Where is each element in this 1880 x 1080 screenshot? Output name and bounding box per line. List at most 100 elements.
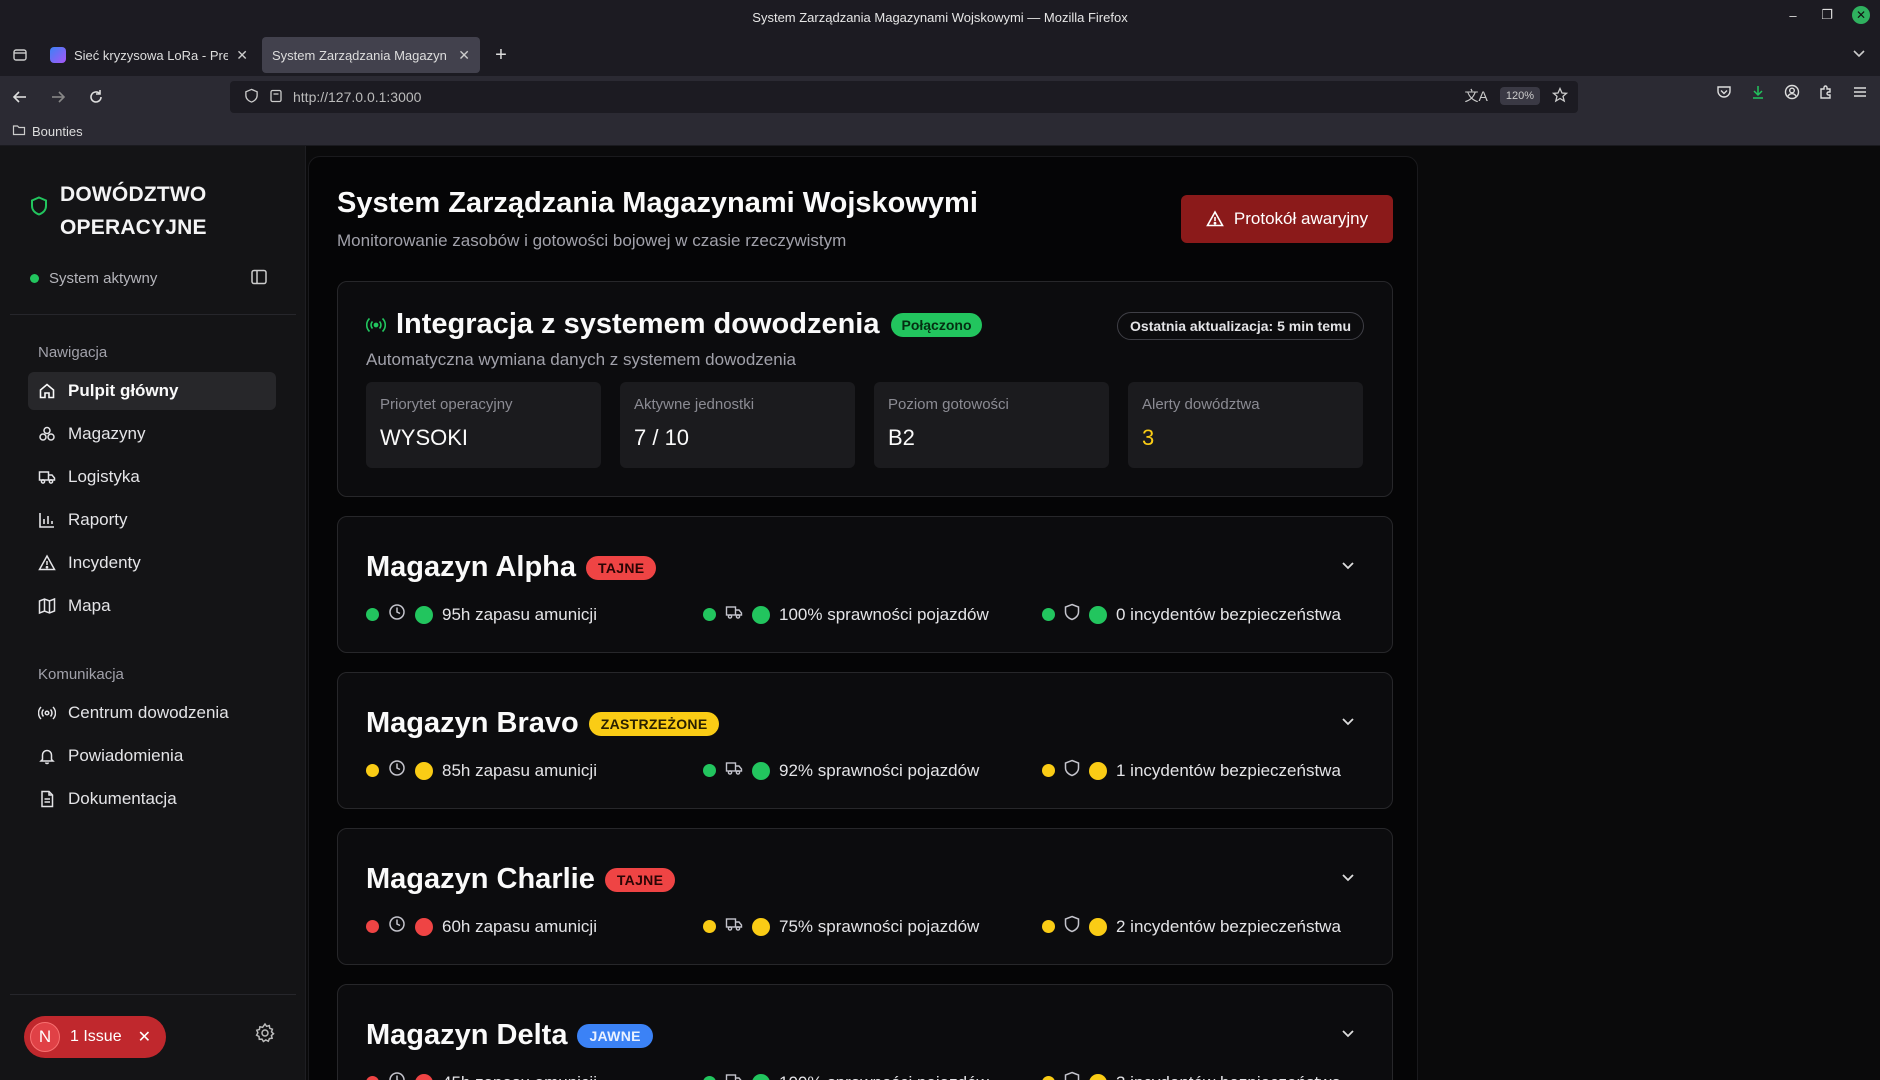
status-dot (366, 608, 379, 621)
downloads-icon[interactable] (1750, 84, 1766, 105)
divider (10, 314, 296, 315)
warehouse-card[interactable]: Magazyn Charlie TAJNE 60h zapasu amunicj… (337, 828, 1393, 965)
minimize-icon[interactable]: – (1784, 6, 1802, 24)
sidebar-item-dashboard[interactable]: Pulpit główny (28, 372, 276, 410)
metric-readiness: Poziom gotowości B2 (874, 382, 1109, 468)
app-page: DOWÓDZTWO OPERACYJNE System aktywny Nawi… (0, 146, 1880, 1080)
bookmark-star-icon[interactable] (1551, 86, 1569, 106)
warehouse-stats: 45h zapasu amunicji 100% sprawności poja… (366, 1071, 1376, 1080)
tab-list-icon[interactable] (0, 34, 40, 76)
status-dot (366, 764, 379, 777)
tab-close-icon[interactable]: ✕ (236, 47, 248, 64)
sidebar-item-command-center[interactable]: Centrum dowodzenia (28, 694, 276, 732)
sidebar-item-warehouses[interactable]: Magazyny (28, 415, 276, 453)
tab-warehouse-system[interactable]: System Zarządzania Magazyn ✕ (262, 37, 480, 73)
status-circle-icon (1089, 917, 1107, 936)
warehouse-card[interactable]: Magazyn Alpha TAJNE 95h zapasu amunicji … (337, 516, 1393, 653)
nav-section-label: Nawigacja (38, 344, 108, 361)
warehouse-header: Magazyn Alpha TAJNE (366, 551, 657, 584)
sidebar-item-map[interactable]: Mapa (28, 587, 276, 625)
integration-card: Integracja z systemem dowodzenia Połączo… (337, 281, 1393, 497)
tab-overflow-chevron-icon[interactable] (1852, 46, 1866, 65)
bar-chart-icon (39, 513, 54, 528)
sidebar: DOWÓDZTWO OPERACYJNE System aktywny Nawi… (0, 146, 306, 1080)
sidebar-item-label: Raporty (68, 510, 128, 529)
reload-icon[interactable] (78, 79, 114, 115)
clock-icon (388, 915, 406, 938)
tab-close-icon[interactable]: ✕ (458, 47, 470, 64)
bookmark-folder-bounties[interactable]: Bounties (32, 124, 83, 139)
status-circle-icon (415, 761, 433, 780)
brand-line-1: DOWÓDZTWO (60, 183, 207, 206)
emergency-protocol-button[interactable]: Protokół awaryjny (1181, 195, 1393, 243)
metric-value: WYSOKI (380, 425, 469, 450)
sidebar-item-documentation[interactable]: Dokumentacja (28, 780, 276, 818)
chevron-down-icon[interactable] (1340, 1025, 1356, 1046)
status-dot (366, 1076, 379, 1080)
forward-icon[interactable] (40, 79, 76, 115)
window-titlebar: System Zarządzania Magazynami Wojskowymi… (0, 0, 1880, 34)
status-dot (703, 1076, 716, 1080)
sidebar-item-incidents[interactable]: Incydenty (28, 544, 276, 582)
map-icon (38, 597, 56, 615)
brand: DOWÓDZTWO OPERACYJNE (30, 178, 207, 244)
warehouse-header: Magazyn Delta JAWNE (366, 1019, 653, 1052)
sidebar-item-label: Powiadomienia (68, 746, 184, 765)
vehicles-stat: 75% sprawności pojazdów (703, 915, 979, 938)
metric-label: Poziom gotowości (888, 396, 1009, 413)
sidebar-item-reports[interactable]: Raporty (28, 501, 276, 539)
warehouse-stats: 60h zapasu amunicji 75% sprawności pojaz… (366, 915, 1376, 939)
restore-icon[interactable]: ❐ (1818, 6, 1836, 24)
sidebar-item-notifications[interactable]: Powiadomienia (28, 737, 276, 775)
alert-triangle-icon (38, 554, 56, 571)
chevron-down-icon[interactable] (1340, 869, 1356, 890)
vehicles-stat: 100% sprawności pojazdów (703, 603, 989, 626)
warehouse-card[interactable]: Magazyn Bravo ZASTRZEŻONE 85h zapasu amu… (337, 672, 1393, 809)
extensions-icon[interactable] (1818, 84, 1834, 105)
tab-lora[interactable]: Sieć kryzysowa LoRa - Prese ✕ (40, 37, 258, 73)
stat-text: 45h zapasu amunicji (442, 1073, 597, 1080)
stat-text: 1 incydentów bezpieczeństwa (1116, 760, 1341, 780)
metric-label: Priorytet operacyjny (380, 396, 513, 413)
gear-icon[interactable] (254, 1022, 276, 1049)
issues-badge[interactable]: N 1 Issue ✕ (24, 1016, 166, 1058)
pocket-icon[interactable] (1716, 84, 1732, 105)
classification-badge: ZASTRZEŻONE (588, 711, 720, 736)
status-circle-icon (1089, 605, 1107, 624)
url-bar[interactable]: http://127.0.0.1:3000 文A 120% (230, 81, 1578, 113)
sidebar-item-logistics[interactable]: Logistyka (28, 458, 276, 496)
divider (10, 994, 296, 995)
status-dot (1042, 608, 1055, 621)
tab-favicon-icon (50, 47, 66, 63)
connection-status-badge: Połączono (891, 312, 982, 337)
menu-icon[interactable] (1852, 84, 1868, 105)
page-info-icon[interactable] (269, 89, 283, 106)
warehouse-header: Magazyn Bravo ZASTRZEŻONE (366, 707, 720, 740)
sidebar-item-label: Magazyny (68, 424, 146, 443)
ammo-stat: 85h zapasu amunicji (366, 759, 597, 782)
sidebar-toggle-icon[interactable] (250, 268, 268, 291)
vehicles-stat: 100% sprawności pojazdów (703, 1071, 989, 1080)
boxes-icon (39, 426, 55, 441)
bookmarks-toolbar: Bounties (0, 118, 1880, 146)
sidebar-item-label: Logistyka (68, 467, 140, 486)
warehouse-card[interactable]: Magazyn Delta JAWNE 45h zapasu amunicji … (337, 984, 1393, 1080)
chevron-down-icon[interactable] (1340, 713, 1356, 734)
account-icon[interactable] (1784, 84, 1800, 105)
truck-icon (38, 471, 56, 484)
chevron-down-icon[interactable] (1340, 557, 1356, 578)
url-text[interactable]: http://127.0.0.1:3000 (293, 89, 421, 105)
warehouse-stats: 95h zapasu amunicji 100% sprawności poja… (366, 603, 1376, 627)
close-window-icon[interactable]: ✕ (1852, 6, 1870, 24)
sidebar-item-label: Incydenty (68, 553, 141, 572)
zoom-level[interactable]: 120% (1499, 87, 1540, 105)
sidebar-item-label: Centrum dowodzenia (68, 703, 229, 722)
translate-icon[interactable]: 文A (1465, 86, 1488, 106)
warehouse-stats: 85h zapasu amunicji 92% sprawności pojaz… (366, 759, 1376, 783)
vehicles-stat: 92% sprawności pojazdów (703, 759, 979, 782)
close-icon[interactable]: ✕ (138, 1027, 151, 1047)
new-tab-icon[interactable]: + (484, 38, 518, 72)
shield-icon[interactable] (244, 88, 259, 106)
status-dot (30, 274, 39, 283)
back-icon[interactable] (2, 79, 38, 115)
